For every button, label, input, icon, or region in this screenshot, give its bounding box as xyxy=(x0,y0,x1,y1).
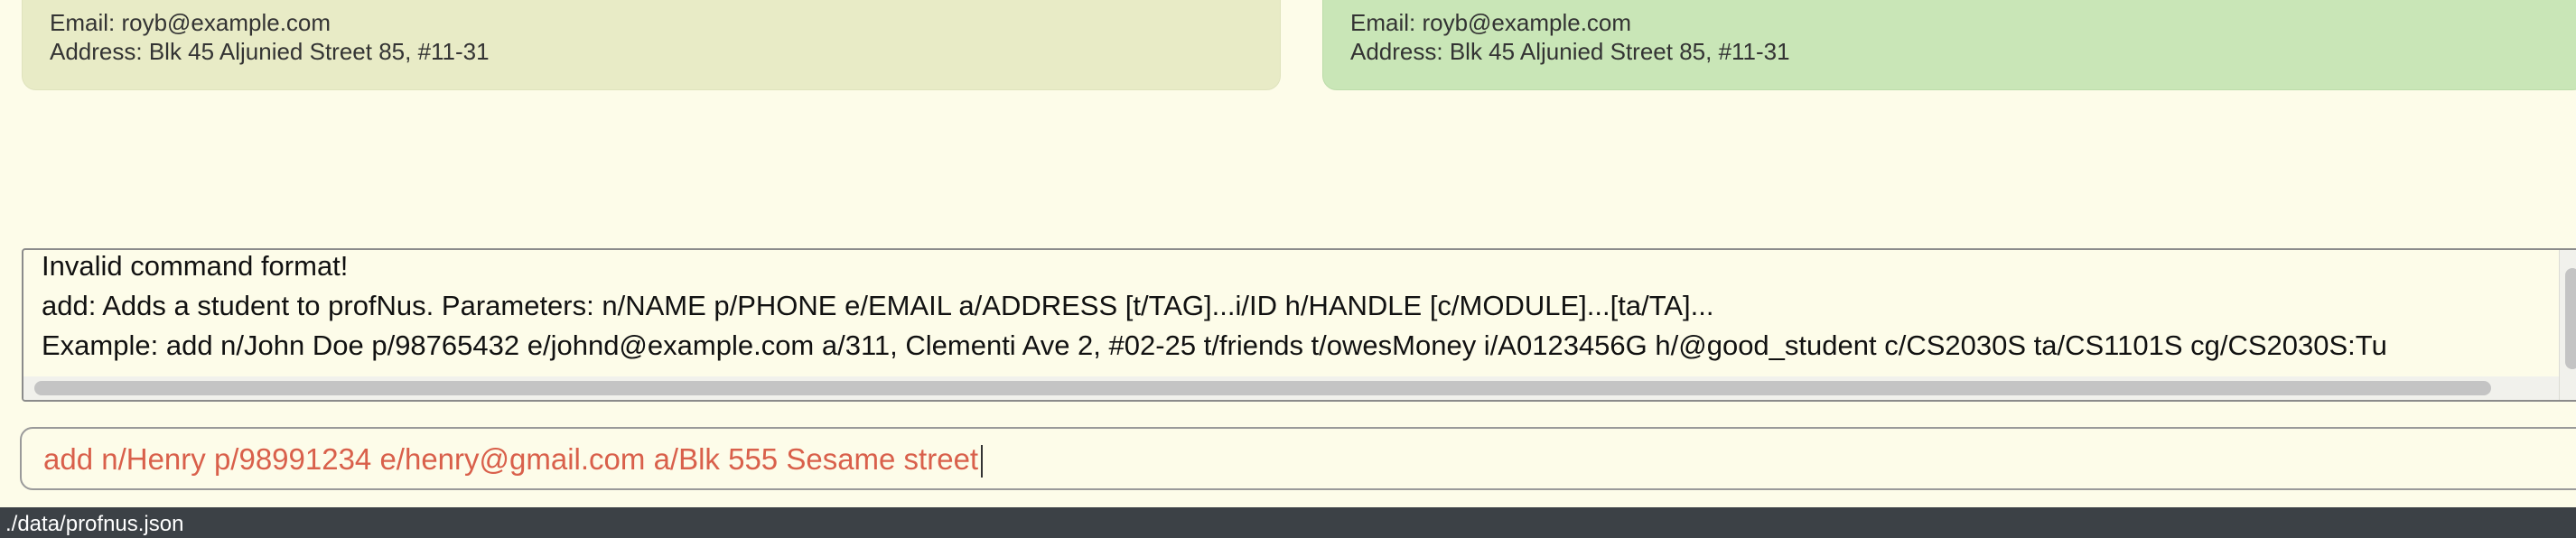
person-card[interactable]: Email: royb@example.com Address: Blk 45 … xyxy=(22,0,1281,90)
person-card[interactable]: Email: royb@example.com Address: Blk 45 … xyxy=(1322,0,2576,90)
vertical-scrollbar[interactable] xyxy=(2559,250,2576,400)
save-location-path: ./data/profnus.json xyxy=(5,512,184,536)
command-input-field[interactable]: add n/Henry p/98991234 e/henry@gmail.com… xyxy=(43,442,984,478)
result-error-line: Invalid command format! xyxy=(42,250,349,282)
result-example-line: Example: add n/John Doe p/98765432 e/joh… xyxy=(42,329,2387,361)
status-bar: ./data/profnus.json xyxy=(0,507,2576,538)
result-display[interactable]: Invalid command format! add: Adds a stud… xyxy=(22,248,2576,402)
horizontal-scrollbar[interactable] xyxy=(23,376,2576,400)
command-input[interactable]: add n/Henry p/98991234 e/henry@gmail.com… xyxy=(20,427,2576,490)
person-email: Email: royb@example.com xyxy=(1350,9,1632,36)
horizontal-scrollbar-thumb[interactable] xyxy=(34,381,2491,395)
person-address: Address: Blk 45 Aljunied Street 85, #11-… xyxy=(50,38,490,65)
command-input-value: add n/Henry p/98991234 e/henry@gmail.com… xyxy=(43,442,979,476)
person-address: Address: Blk 45 Aljunied Street 85, #11-… xyxy=(1350,38,1790,65)
vertical-scrollbar-thumb[interactable] xyxy=(2565,268,2576,369)
text-caret xyxy=(981,445,984,478)
result-usage-line: add: Adds a student to profNus. Paramete… xyxy=(42,290,1714,321)
person-email: Email: royb@example.com xyxy=(50,9,331,36)
